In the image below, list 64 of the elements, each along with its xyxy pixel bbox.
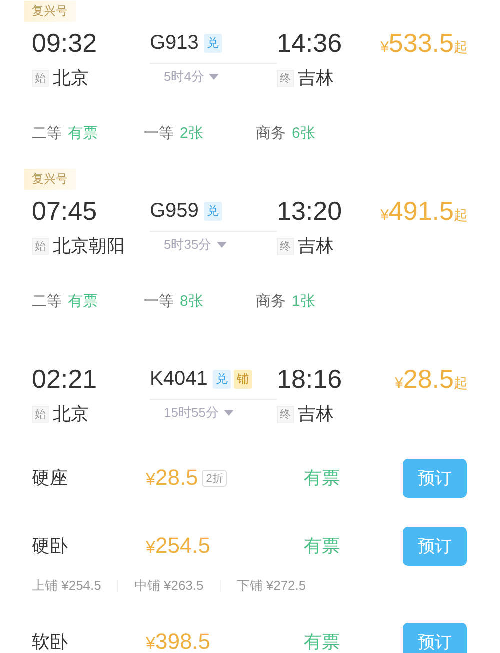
departure-time: 02:21 — [32, 364, 98, 394]
lowest-price: ¥28.5起 — [394, 364, 468, 394]
destination-station: 吉林 — [298, 235, 334, 258]
book-button[interactable]: 预订 — [403, 458, 467, 498]
seat-class: 商务 — [256, 124, 286, 142]
seat-availability: 2张 — [180, 124, 204, 142]
train-number: G959 — [150, 200, 199, 222]
ticket-tag: 兑 — [204, 34, 222, 52]
train-number: K4041 — [150, 368, 208, 390]
destination-station: 吉林 — [298, 403, 334, 426]
destination-tag: 终 — [277, 406, 294, 422]
seat-price: ¥254.5 — [146, 533, 211, 559]
seat-class: 二等 — [32, 124, 62, 142]
origin-tag: 始 — [32, 70, 49, 86]
seat-availability: 有票 — [68, 124, 98, 142]
seat-price: ¥28.5 — [146, 465, 198, 491]
destination-tag: 终 — [277, 238, 294, 254]
seat-class: 一等 — [144, 124, 174, 142]
seat-availability: 有票 — [304, 631, 341, 653]
origin-station: 北京朝阳 — [53, 235, 125, 258]
caret-icon — [224, 410, 234, 416]
caret-icon — [209, 74, 220, 80]
seat-type: 软卧 — [32, 631, 69, 653]
berth-price: 下铺 ¥272.5 — [236, 577, 306, 595]
seat-availability: 有票 — [304, 535, 341, 558]
destination-station: 吉林 — [298, 67, 334, 90]
ticket-tag: 兑 — [212, 370, 231, 388]
seat-availability: 有票 — [68, 292, 98, 310]
train-number: G913 — [150, 32, 199, 54]
seat-type: 硬座 — [32, 467, 69, 490]
seat-availability: 8张 — [180, 292, 204, 310]
caret-icon — [216, 242, 227, 248]
duration-toggle[interactable]: 5时35分 — [150, 230, 277, 254]
seat-availability: 6张 — [292, 124, 316, 142]
arrival-time: 14:36 — [277, 28, 344, 58]
seat-class: 一等 — [144, 292, 174, 310]
departure-time: 09:32 — [32, 28, 98, 58]
origin-station: 北京 — [53, 67, 89, 90]
discount-badge: 2折 — [202, 470, 228, 486]
ticket-tag: 铺 — [234, 370, 252, 388]
berth-price: 上铺 ¥254.5 — [32, 577, 102, 595]
lowest-price: ¥533.5起 — [380, 28, 468, 58]
lowest-price: ¥491.5起 — [380, 196, 468, 226]
berth-price: 中铺 ¥263.5 — [134, 577, 204, 595]
duration-toggle[interactable]: 15时55分 — [150, 398, 277, 422]
duration-toggle[interactable]: 5时4分 — [150, 62, 277, 86]
ticket-tag: 兑 — [204, 202, 222, 220]
seat-class: 二等 — [32, 292, 62, 310]
departure-time: 07:45 — [32, 196, 98, 226]
train-type-badge: 复兴号 — [24, 169, 76, 190]
seat-price: ¥398.5 — [146, 629, 211, 653]
origin-station: 北京 — [53, 403, 89, 426]
origin-tag: 始 — [32, 238, 49, 254]
book-button[interactable]: 预订 — [403, 526, 467, 566]
destination-tag: 终 — [277, 70, 294, 86]
arrival-time: 18:16 — [277, 364, 344, 394]
origin-tag: 始 — [32, 406, 49, 422]
seat-availability: 1张 — [292, 292, 316, 310]
seat-type: 硬卧 — [32, 535, 69, 558]
book-button[interactable]: 预订 — [403, 622, 467, 653]
arrival-time: 13:20 — [277, 196, 344, 226]
seat-class: 商务 — [256, 292, 286, 310]
train-type-badge: 复兴号 — [24, 1, 76, 22]
seat-availability: 有票 — [304, 467, 341, 490]
